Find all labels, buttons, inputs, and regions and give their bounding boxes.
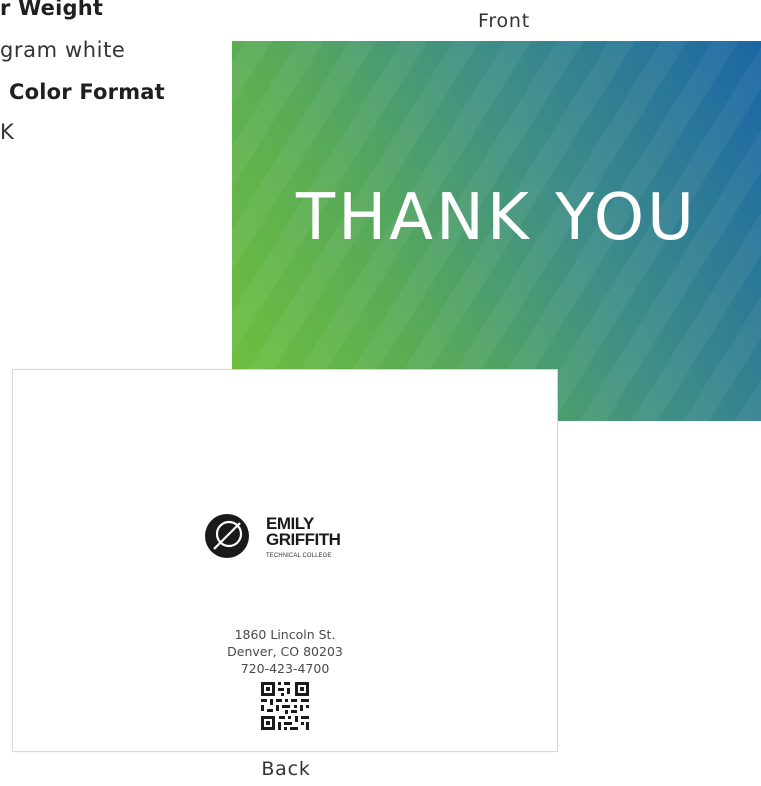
college-address: 1860 Lincoln St. Denver, CO 80203 720-42… [13,626,557,677]
qr-code-icon [259,680,311,732]
college-logo-name: EMILY GRIFFITH [266,515,341,549]
card-back: EMILY GRIFFITH TECHNICAL COLLEGE 1860 Li… [12,369,558,752]
address-street: 1860 Lincoln St. [234,627,336,642]
college-logo-mark-icon [205,514,249,558]
front-caption: Front [477,10,531,32]
color-format-label: Color Format [9,80,165,104]
address-city: Denver, CO 80203 [227,644,343,659]
paper-weight-value: gram white [0,38,126,62]
paper-weight-label: r Weight [0,0,104,20]
back-caption: Back [261,758,311,780]
college-logo-name-line2: GRIFFITH [266,530,341,549]
college-logo: EMILY GRIFFITH TECHNICAL COLLEGE [204,510,364,560]
college-logo-subtitle: TECHNICAL COLLEGE [266,553,332,559]
front-headline: THANK YOU [296,181,697,255]
address-phone: 720-423-4700 [240,661,330,676]
card-front: THANK YOU [232,41,761,421]
color-format-value: K [0,120,15,144]
